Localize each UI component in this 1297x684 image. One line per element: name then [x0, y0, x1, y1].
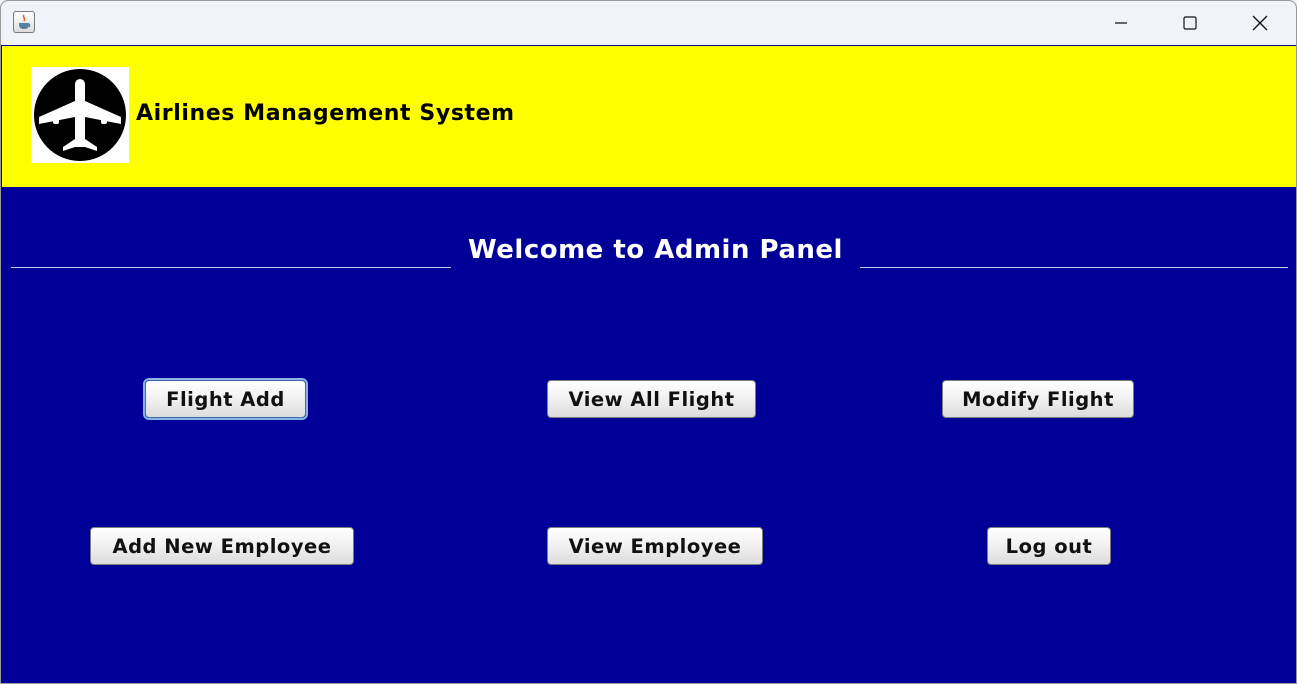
airplane-logo-icon [31, 67, 129, 163]
close-button[interactable] [1226, 1, 1294, 45]
view-employee-button[interactable]: View Employee [547, 527, 763, 565]
minimize-button[interactable] [1087, 1, 1155, 45]
view-all-flight-button[interactable]: View All Flight [547, 380, 756, 418]
panel-heading: Welcome to Admin Panel [468, 235, 843, 265]
app-window: Airlines Management System Welcome to Ad… [0, 0, 1297, 684]
heading-divider-right [860, 267, 1288, 268]
heading-divider-left [11, 267, 451, 268]
title-bar[interactable] [1, 1, 1296, 45]
admin-panel: Welcome to Admin Panel Flight Add View A… [2, 187, 1296, 683]
modify-flight-button[interactable]: Modify Flight [942, 380, 1134, 418]
minimize-icon [1115, 22, 1127, 24]
maximize-button[interactable] [1156, 1, 1224, 45]
flight-add-button[interactable]: Flight Add [145, 380, 306, 418]
add-new-employee-button[interactable]: Add New Employee [90, 527, 354, 565]
log-out-button[interactable]: Log out [987, 527, 1111, 565]
header-banner: Airlines Management System [2, 46, 1296, 187]
maximize-icon [1183, 16, 1197, 30]
close-icon [1252, 15, 1268, 31]
app-title: Airlines Management System [136, 101, 515, 126]
java-app-icon[interactable] [13, 11, 35, 33]
